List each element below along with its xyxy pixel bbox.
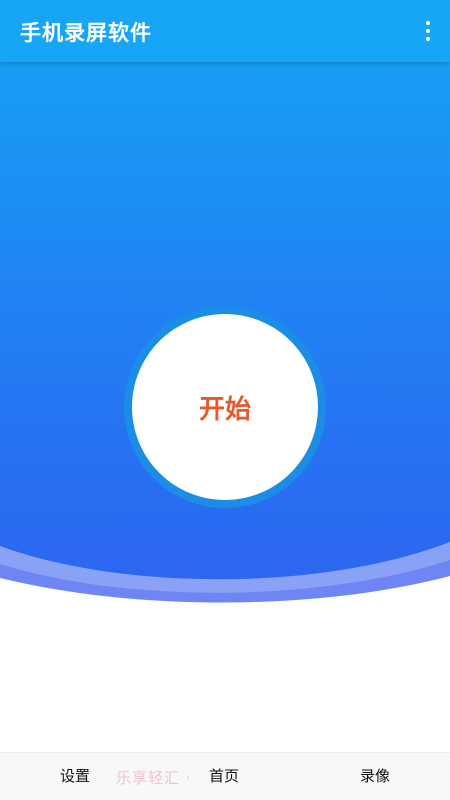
app-title: 手机录屏软件 [20,21,152,45]
more-vert-icon[interactable] [420,18,436,44]
nav-record[interactable]: 录像 [360,765,390,786]
nav-home[interactable]: 首页 [209,765,239,786]
bottom-nav: 乐享轻汇 · 设置 首页 录像 [0,752,450,800]
screen: 手机录屏软件 开始 乐享轻汇 · 设置 首页 录像 [0,0,450,800]
nav-settings[interactable]: 设置 [60,765,90,786]
app-bar: 手机录屏软件 [0,0,450,62]
start-button[interactable]: 开始 [132,314,318,500]
wave-decoration [0,542,450,640]
start-ring: 开始 [124,306,326,508]
watermark: 乐享轻汇 · [116,769,192,787]
